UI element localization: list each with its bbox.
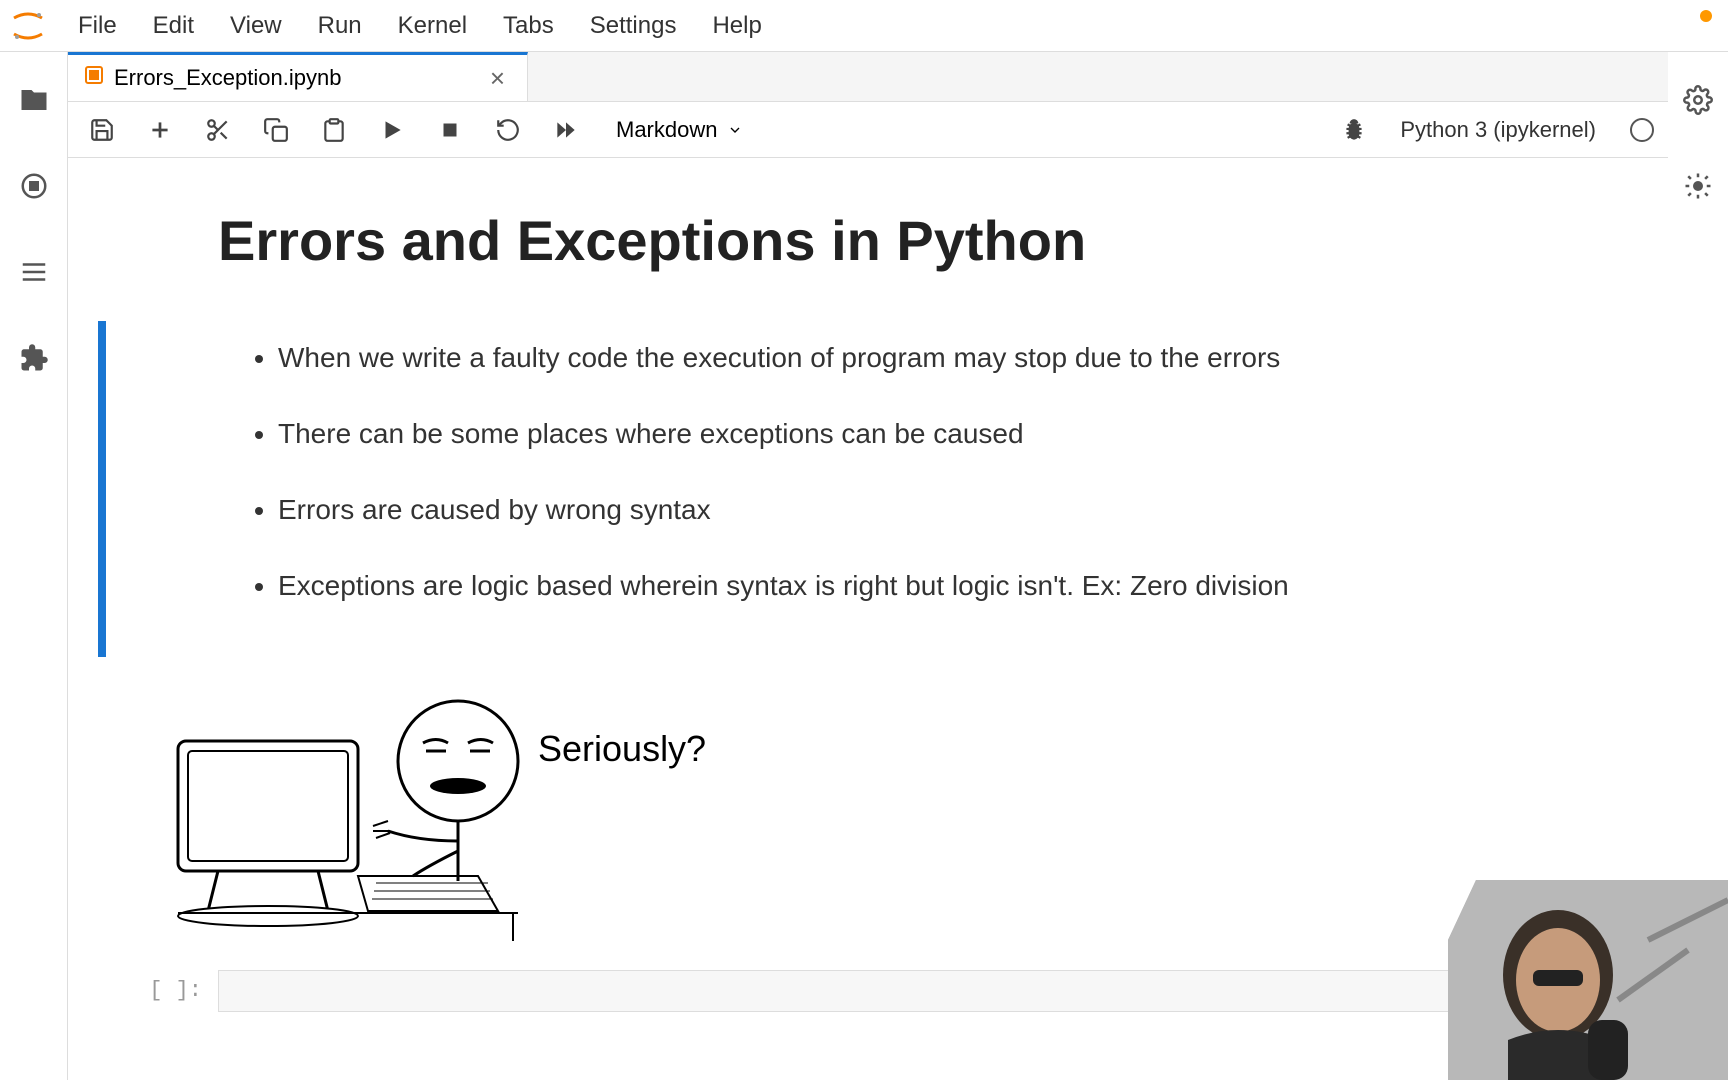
extension-icon[interactable] [16,340,52,376]
restart-run-all-button[interactable] [546,110,586,150]
copy-button[interactable] [256,110,296,150]
menu-tabs[interactable]: Tabs [485,6,572,46]
menu-file[interactable]: File [60,6,135,46]
menu-edit[interactable]: Edit [135,6,212,46]
cell-type-selector[interactable]: Markdown [604,113,755,147]
list-item: There can be some places where exception… [278,413,1608,455]
save-button[interactable] [82,110,122,150]
menu-help[interactable]: Help [694,6,779,46]
meme-image: Seriously? [118,681,758,941]
folder-icon[interactable] [16,82,52,118]
notebook-icon [84,65,104,91]
notebook-body[interactable]: Errors and Exceptions in Python When we … [68,158,1668,1080]
tab-bar: Errors_Exception.ipynb × [68,52,1668,102]
cut-button[interactable] [198,110,238,150]
list-item: When we write a faulty code the executio… [278,337,1608,379]
markdown-cell-title[interactable]: Errors and Exceptions in Python [68,188,1668,297]
running-icon[interactable] [16,168,52,204]
property-inspector-icon[interactable] [1680,82,1716,118]
left-sidebar [0,52,68,1080]
list-item: Errors are caused by wrong syntax [278,489,1608,531]
toc-icon[interactable] [16,254,52,290]
debug-button[interactable] [1334,110,1374,150]
markdown-cell-image[interactable]: Seriously? [68,681,1668,946]
add-cell-button[interactable] [140,110,180,150]
notification-dot-icon [1700,10,1712,22]
meme-text: Seriously? [538,728,706,769]
tab-label: Errors_Exception.ipynb [114,65,474,91]
debugger-panel-icon[interactable] [1680,168,1716,204]
list-item: Exceptions are logic based wherein synta… [278,565,1608,607]
bullet-list: When we write a faulty code the executio… [188,321,1668,657]
webcam-overlay [1448,880,1728,1080]
menu-settings[interactable]: Settings [572,6,695,46]
code-cell[interactable]: [ ]: [68,970,1668,1012]
main-menubar: File Edit View Run Kernel Tabs Settings … [0,0,1728,52]
notebook-panel: Errors_Exception.ipynb × [68,52,1668,1080]
notebook-toolbar: Markdown Python 3 (ipykernel) [68,102,1668,158]
tab-notebook[interactable]: Errors_Exception.ipynb × [68,52,528,101]
menu-kernel[interactable]: Kernel [380,6,485,46]
interrupt-button[interactable] [430,110,470,150]
paste-button[interactable] [314,110,354,150]
menu-run[interactable]: Run [300,6,380,46]
notebook-title: Errors and Exceptions in Python [188,188,1668,297]
cell-type-label: Markdown [616,117,717,143]
close-icon[interactable]: × [484,63,511,94]
cell-selection-indicator [98,321,106,657]
kernel-status-icon [1630,118,1654,142]
restart-button[interactable] [488,110,528,150]
menu-view[interactable]: View [212,6,300,46]
chevron-down-icon [727,122,743,138]
run-button[interactable] [372,110,412,150]
markdown-cell-bullets[interactable]: When we write a faulty code the executio… [68,321,1668,657]
jupyter-logo-icon [8,6,48,46]
kernel-name[interactable]: Python 3 (ipykernel) [1392,117,1604,143]
code-input[interactable] [218,970,1608,1012]
code-prompt: [ ]: [98,970,218,1012]
